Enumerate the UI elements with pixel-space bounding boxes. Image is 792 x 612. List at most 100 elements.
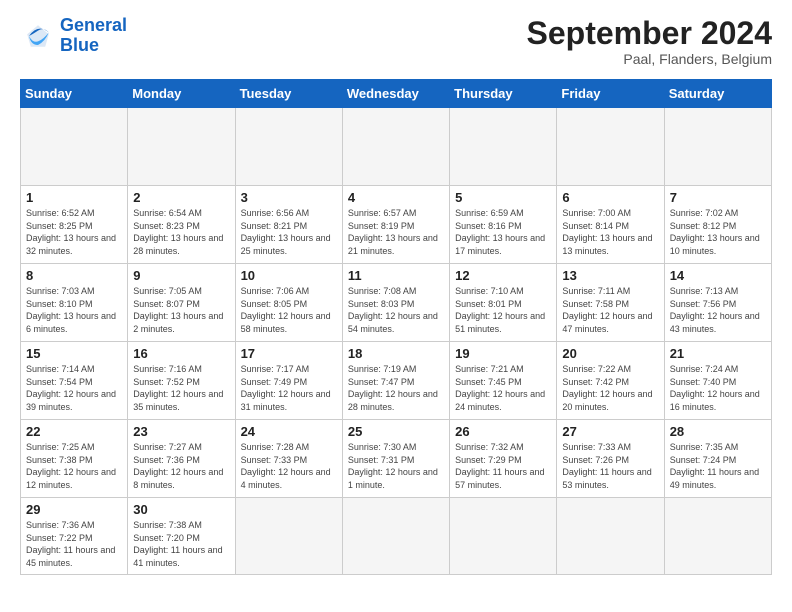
table-row (664, 498, 771, 574)
day-info: Sunrise: 7:27 AMSunset: 7:36 PMDaylight:… (133, 441, 229, 491)
day-info: Sunrise: 7:00 AMSunset: 8:14 PMDaylight:… (562, 207, 658, 257)
table-row (235, 498, 342, 574)
day-info: Sunrise: 7:13 AMSunset: 7:56 PMDaylight:… (670, 285, 766, 335)
day-info: Sunrise: 7:22 AMSunset: 7:42 PMDaylight:… (562, 363, 658, 413)
day-number: 13 (562, 268, 658, 283)
table-row: 26 Sunrise: 7:32 AMSunset: 7:29 PMDayligh… (450, 420, 557, 498)
table-row (128, 108, 235, 186)
day-info: Sunrise: 7:16 AMSunset: 7:52 PMDaylight:… (133, 363, 229, 413)
table-row (450, 108, 557, 186)
table-row: 21Sunrise: 7:24 AMSunset: 7:40 PMDayligh… (664, 342, 771, 420)
col-monday: Monday (128, 80, 235, 108)
day-number: 19 (455, 346, 551, 361)
day-info: Sunrise: 7:36 AMSunset: 7:22 PMDaylight:… (26, 519, 122, 569)
table-row (235, 108, 342, 186)
day-info: Sunrise: 6:57 AMSunset: 8:19 PMDaylight:… (348, 207, 444, 257)
table-row: 20 Sunrise: 7:22 AMSunset: 7:42 PMDayligh… (557, 342, 664, 420)
day-info: Sunrise: 7:02 AMSunset: 8:12 PMDaylight:… (670, 207, 766, 257)
table-row: 3Sunrise: 6:56 AMSunset: 8:21 PMDaylight… (235, 186, 342, 264)
table-row: 15Sunrise: 7:14 AMSunset: 7:54 PMDayligh… (21, 342, 128, 420)
table-row: 6 Sunrise: 7:00 AMSunset: 8:14 PMDaylight… (557, 186, 664, 264)
day-info: Sunrise: 7:03 AMSunset: 8:10 PMDaylight:… (26, 285, 122, 335)
table-row (450, 498, 557, 574)
table-row: 7 Sunrise: 7:02 AMSunset: 8:12 PMDaylight… (664, 186, 771, 264)
table-row: 4 Sunrise: 6:57 AMSunset: 8:19 PMDaylight… (342, 186, 449, 264)
table-row: 16 Sunrise: 7:16 AMSunset: 7:52 PMDayligh… (128, 342, 235, 420)
col-friday: Friday (557, 80, 664, 108)
day-number: 20 (562, 346, 658, 361)
logo-icon (20, 18, 56, 54)
day-number: 16 (133, 346, 229, 361)
day-number: 4 (348, 190, 444, 205)
day-number: 7 (670, 190, 766, 205)
day-number: 29 (26, 502, 122, 517)
day-number: 26 (455, 424, 551, 439)
table-row: 28 Sunrise: 7:35 AMSunset: 7:24 PMDayligh… (664, 420, 771, 498)
day-info: Sunrise: 7:38 AMSunset: 7:20 PMDaylight:… (133, 519, 229, 569)
title-section: September 2024 Paal, Flanders, Belgium (527, 16, 772, 67)
day-number: 9 (133, 268, 229, 283)
table-row (664, 108, 771, 186)
day-info: Sunrise: 7:08 AMSunset: 8:03 PMDaylight:… (348, 285, 444, 335)
day-number: 2 (133, 190, 229, 205)
day-number: 3 (241, 190, 337, 205)
col-wednesday: Wednesday (342, 80, 449, 108)
day-info: Sunrise: 7:11 AMSunset: 7:58 PMDaylight:… (562, 285, 658, 335)
day-info: Sunrise: 7:33 AMSunset: 7:26 PMDaylight:… (562, 441, 658, 491)
table-row (342, 108, 449, 186)
day-number: 6 (562, 190, 658, 205)
day-number: 1 (26, 190, 122, 205)
logo-text: General Blue (60, 16, 127, 56)
day-info: Sunrise: 7:19 AMSunset: 7:47 PMDaylight:… (348, 363, 444, 413)
day-number: 24 (241, 424, 337, 439)
table-row: 23Sunrise: 7:27 AMSunset: 7:36 PMDayligh… (128, 420, 235, 498)
logo-general: General (60, 15, 127, 35)
table-row: 27 Sunrise: 7:33 AMSunset: 7:26 PMDayligh… (557, 420, 664, 498)
day-number: 11 (348, 268, 444, 283)
day-number: 25 (348, 424, 444, 439)
day-info: Sunrise: 7:21 AMSunset: 7:45 PMDaylight:… (455, 363, 551, 413)
page: General Blue September 2024 Paal, Flande… (0, 0, 792, 585)
table-row: 18 Sunrise: 7:19 AMSunset: 7:47 PMDayligh… (342, 342, 449, 420)
location: Paal, Flanders, Belgium (527, 51, 772, 67)
day-info: Sunrise: 7:30 AMSunset: 7:31 PMDaylight:… (348, 441, 444, 491)
table-row: 24Sunrise: 7:28 AMSunset: 7:33 PMDayligh… (235, 420, 342, 498)
day-info: Sunrise: 7:25 AMSunset: 7:38 PMDaylight:… (26, 441, 122, 491)
col-thursday: Thursday (450, 80, 557, 108)
day-info: Sunrise: 7:32 AMSunset: 7:29 PMDaylight:… (455, 441, 551, 491)
day-info: Sunrise: 7:35 AMSunset: 7:24 PMDaylight:… (670, 441, 766, 491)
table-row: 12Sunrise: 7:10 AMSunset: 8:01 PMDayligh… (450, 264, 557, 342)
col-sunday: Sunday (21, 80, 128, 108)
day-info: Sunrise: 6:54 AMSunset: 8:23 PMDaylight:… (133, 207, 229, 257)
table-row (342, 498, 449, 574)
table-row: 30Sunrise: 7:38 AMSunset: 7:20 PMDayligh… (128, 498, 235, 574)
weekday-header-row: Sunday Monday Tuesday Wednesday Thursday… (21, 80, 772, 108)
col-saturday: Saturday (664, 80, 771, 108)
table-row: 1 Sunrise: 6:52 AMSunset: 8:25 PMDaylight… (21, 186, 128, 264)
logo: General Blue (20, 16, 127, 56)
month-title: September 2024 (527, 16, 772, 51)
day-number: 18 (348, 346, 444, 361)
table-row: 5Sunrise: 6:59 AMSunset: 8:16 PMDaylight… (450, 186, 557, 264)
table-row: 10Sunrise: 7:06 AMSunset: 8:05 PMDayligh… (235, 264, 342, 342)
table-row (557, 108, 664, 186)
day-info: Sunrise: 7:06 AMSunset: 8:05 PMDaylight:… (241, 285, 337, 335)
day-number: 12 (455, 268, 551, 283)
col-tuesday: Tuesday (235, 80, 342, 108)
day-number: 17 (241, 346, 337, 361)
table-row: 9 Sunrise: 7:05 AMSunset: 8:07 PMDaylight… (128, 264, 235, 342)
day-info: Sunrise: 6:52 AMSunset: 8:25 PMDaylight:… (26, 207, 122, 257)
table-row: 2 Sunrise: 6:54 AMSunset: 8:23 PMDaylight… (128, 186, 235, 264)
table-row: 13 Sunrise: 7:11 AMSunset: 7:58 PMDayligh… (557, 264, 664, 342)
day-number: 27 (562, 424, 658, 439)
day-number: 28 (670, 424, 766, 439)
table-row: 29 Sunrise: 7:36 AMSunset: 7:22 PMDayligh… (21, 498, 128, 574)
day-info: Sunrise: 7:05 AMSunset: 8:07 PMDaylight:… (133, 285, 229, 335)
calendar: Sunday Monday Tuesday Wednesday Thursday… (20, 79, 772, 574)
day-number: 22 (26, 424, 122, 439)
day-info: Sunrise: 6:59 AMSunset: 8:16 PMDaylight:… (455, 207, 551, 257)
table-row: 19 Sunrise: 7:21 AMSunset: 7:45 PMDayligh… (450, 342, 557, 420)
day-number: 8 (26, 268, 122, 283)
day-number: 21 (670, 346, 766, 361)
header: General Blue September 2024 Paal, Flande… (20, 16, 772, 67)
